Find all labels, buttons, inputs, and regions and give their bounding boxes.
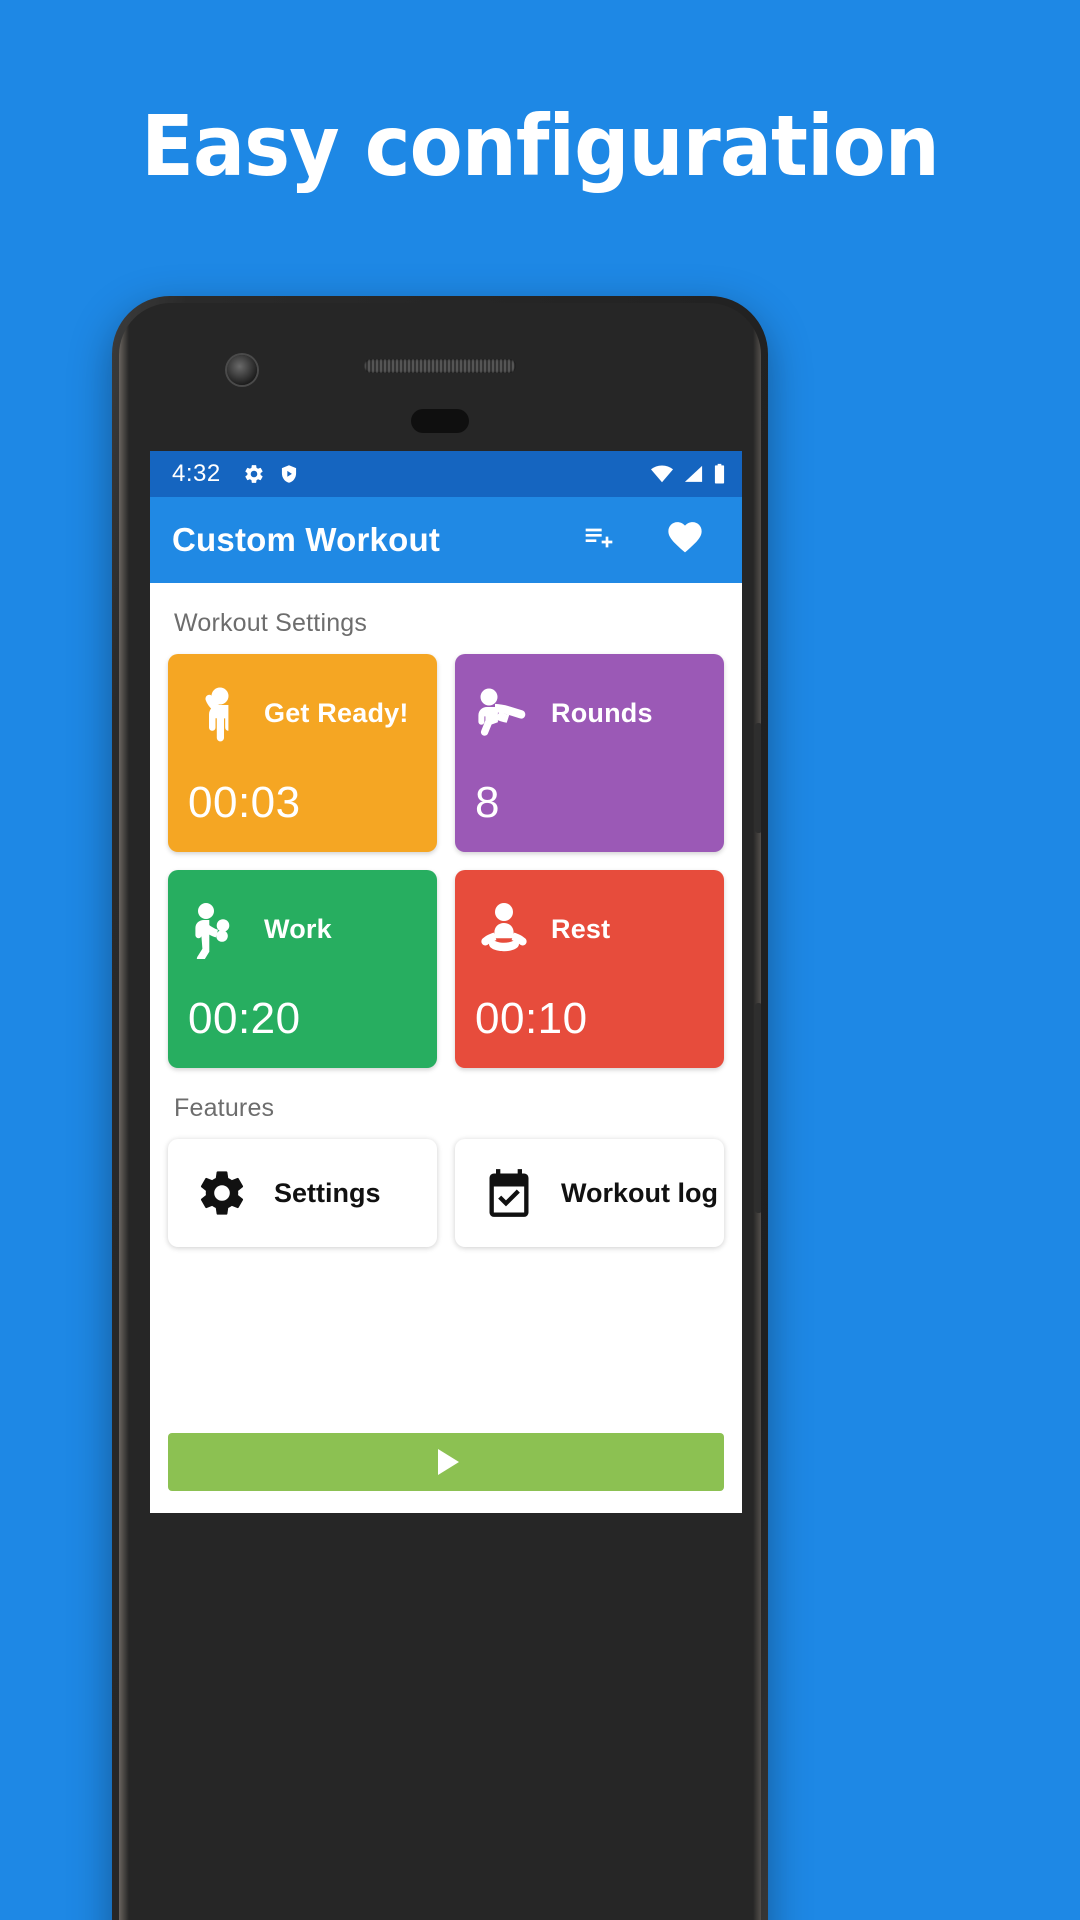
workout-card-rounds[interactable]: Rounds 8 xyxy=(455,654,724,852)
feature-card-workout-log[interactable]: Workout log xyxy=(455,1139,724,1247)
playlist-add-button[interactable] xyxy=(580,522,618,559)
workout-card-work[interactable]: Work 00:20 xyxy=(168,870,437,1068)
gear-icon xyxy=(200,1171,244,1215)
gear-icon xyxy=(245,465,263,483)
workout-settings-grid: Get Ready! 00:03 Rounds 8 Work 00:20 Res… xyxy=(150,654,742,1068)
heart-icon xyxy=(668,521,702,552)
play-icon xyxy=(437,1449,459,1475)
app-content: Workout Settings Get Ready! 00:03 Rounds… xyxy=(150,583,742,1513)
card-header: Get Ready! xyxy=(186,672,419,754)
signal-icon xyxy=(684,465,703,482)
front-camera-icon xyxy=(227,355,257,385)
meditating-figure-icon xyxy=(473,898,535,960)
card-header: Work xyxy=(186,888,419,970)
section-label-workout-settings: Workout Settings xyxy=(174,609,368,637)
card-value: 00:10 xyxy=(475,994,588,1043)
status-bar-system-icons xyxy=(650,463,726,485)
feature-card-label: Settings xyxy=(274,1177,381,1208)
card-title: Work xyxy=(264,913,332,944)
shield-play-icon xyxy=(281,465,296,483)
status-bar-time: 4:32 xyxy=(172,460,221,487)
boxing-figure-icon xyxy=(186,898,248,960)
calendar-check-icon xyxy=(489,1169,529,1217)
card-value: 00:20 xyxy=(188,994,301,1043)
feature-card-label: Workout log xyxy=(561,1177,718,1208)
card-title: Rest xyxy=(551,913,611,944)
app-bar: Custom Workout xyxy=(150,497,742,583)
phone-mockup: 4:32 Custom Workout Workout Settings Get… xyxy=(112,296,768,1920)
page-headline: Easy configuration xyxy=(141,97,940,195)
feature-card-settings[interactable]: Settings xyxy=(168,1139,437,1247)
app-bar-title: Custom Workout xyxy=(172,521,441,558)
start-workout-button[interactable] xyxy=(168,1433,724,1491)
playlist-add-icon xyxy=(585,528,613,547)
battery-icon xyxy=(714,463,725,484)
kicking-figure-icon xyxy=(473,682,535,744)
card-value: 8 xyxy=(475,778,500,827)
sensor-housing xyxy=(411,409,469,433)
card-header: Rest xyxy=(473,888,706,970)
card-header: Rounds xyxy=(473,672,706,754)
wifi-icon xyxy=(651,465,673,483)
status-bar: 4:32 xyxy=(150,451,742,497)
volume-button[interactable] xyxy=(755,723,761,833)
features-grid: Settings Workout log xyxy=(150,1139,742,1247)
workout-card-rest[interactable]: Rest 00:10 xyxy=(455,870,724,1068)
card-value: 00:03 xyxy=(188,778,301,827)
stretching-figure-icon xyxy=(186,682,248,744)
card-title: Get Ready! xyxy=(264,697,409,728)
card-title: Rounds xyxy=(551,697,653,728)
section-label-features: Features xyxy=(174,1094,275,1122)
workout-card-get-ready[interactable]: Get Ready! 00:03 xyxy=(168,654,437,852)
app-bar-actions xyxy=(580,519,720,562)
bezel-highlight-left xyxy=(119,303,129,1920)
favorite-button[interactable] xyxy=(664,519,706,562)
status-bar-notification-icons xyxy=(243,463,299,485)
phone-inner-body: 4:32 Custom Workout Workout Settings Get… xyxy=(119,303,761,1920)
earpiece-speaker xyxy=(364,359,516,373)
power-button[interactable] xyxy=(755,1003,761,1213)
phone-screen: 4:32 Custom Workout Workout Settings Get… xyxy=(150,451,742,1513)
